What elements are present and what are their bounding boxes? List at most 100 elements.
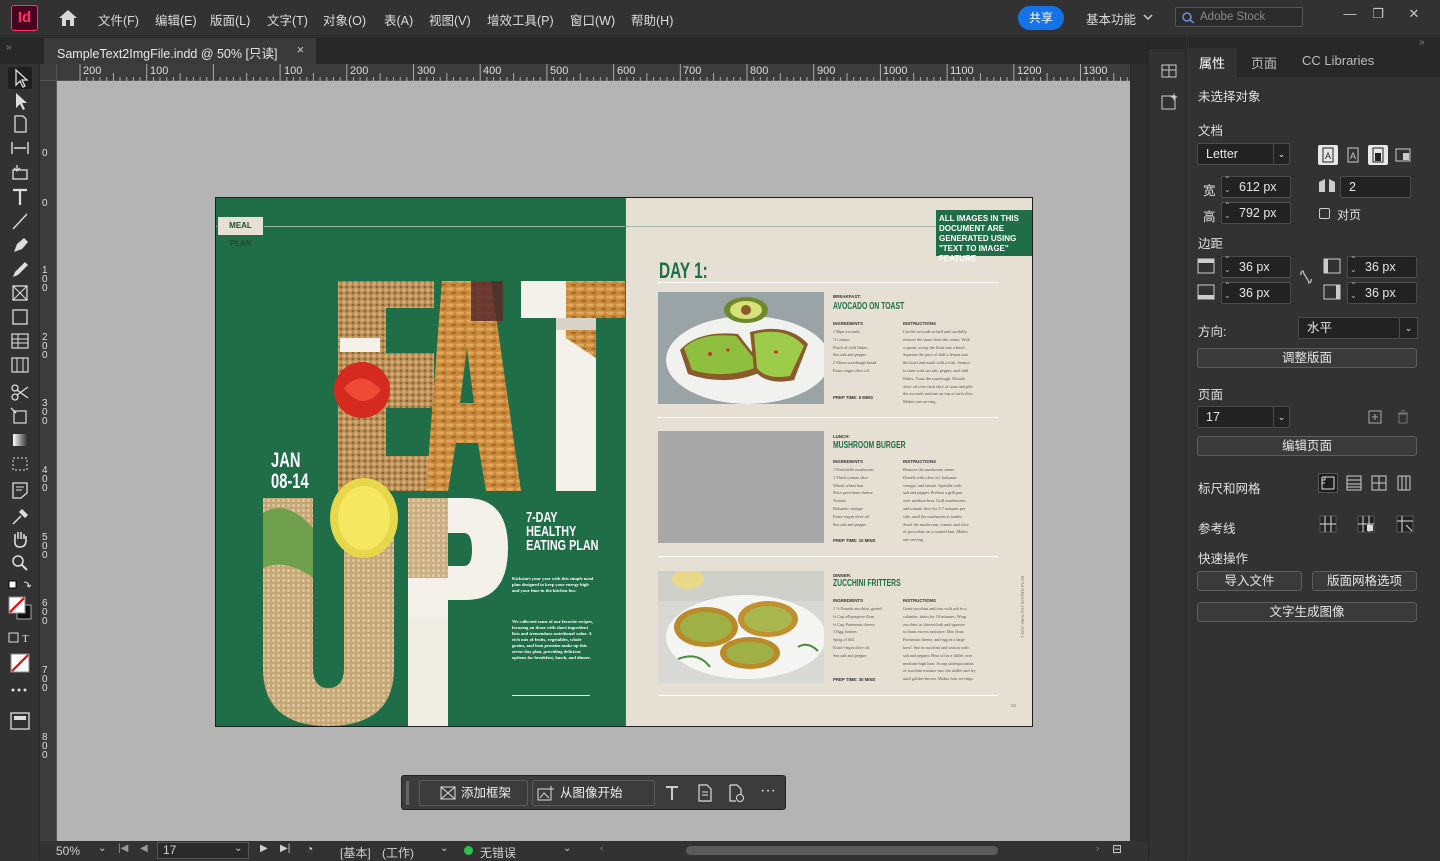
stepper-icon[interactable]: ⌃ ⌄ (1224, 201, 1231, 221)
more-options-icon[interactable]: ··· (760, 782, 776, 800)
text-frame-icon[interactable] (664, 784, 680, 802)
gradient-feather-tool-icon[interactable] (8, 453, 32, 475)
ruler-toggle-icon[interactable] (1318, 473, 1338, 493)
fill-stroke-swatch-icon[interactable] (8, 596, 32, 620)
zoom-tool-icon[interactable] (8, 552, 32, 574)
menu-file[interactable]: 文件(F) (98, 10, 139, 29)
scissors-tool-icon[interactable] (8, 381, 32, 403)
link-margins-icon[interactable] (1299, 269, 1313, 285)
share-button[interactable]: 共享 (1018, 6, 1064, 30)
document-grid-icon[interactable] (1370, 474, 1390, 494)
margin-bottom-field[interactable]: ⌃ ⌄ 36 px (1221, 281, 1291, 304)
adobe-stock-search[interactable]: Adobe Stock (1175, 7, 1303, 27)
zoom-level[interactable]: 50% (56, 844, 80, 858)
rectangle-frame-tool-icon[interactable] (8, 282, 32, 304)
scroll-left-icon[interactable]: ‹ (600, 843, 603, 854)
zucchini-fritters-image[interactable] (658, 571, 824, 683)
style-indicator[interactable]: [基本] (340, 844, 371, 861)
import-file-button[interactable]: 导入文件 (1197, 571, 1302, 591)
stepper-icon[interactable]: ⌃ ⌄ (1224, 255, 1231, 275)
chevron-down-icon[interactable]: ⌄ (98, 843, 106, 854)
guides-show-icon[interactable] (1318, 514, 1338, 534)
selection-tool-icon[interactable] (8, 67, 32, 89)
add-page-icon[interactable] (1368, 410, 1382, 424)
start-from-image-button[interactable]: 从图像开始 (532, 780, 655, 806)
horizontal-scrollbar-thumb[interactable] (686, 846, 998, 855)
collapse-panel-icon[interactable]: » (1419, 37, 1425, 48)
guides-lock-icon[interactable] (1356, 514, 1376, 534)
pencil-tool-icon[interactable] (8, 258, 32, 280)
menu-plugins[interactable]: 增效工具(P) (487, 10, 554, 29)
table-tool-icon[interactable] (8, 330, 32, 352)
gradient-tool-icon[interactable] (8, 429, 32, 451)
pen-tool-icon[interactable] (8, 234, 32, 256)
facing-pages-icon[interactable] (1393, 145, 1413, 165)
single-page-icon[interactable] (1368, 145, 1388, 165)
edit-page-button[interactable]: 编辑页面 (1197, 436, 1417, 456)
page-orientation-icon[interactable]: A (1318, 145, 1338, 165)
pages-count-field[interactable]: 2 (1340, 176, 1411, 198)
tab-cc-libraries[interactable]: CC Libraries (1302, 53, 1374, 68)
stepper-icon[interactable]: ⌃ ⌄ (1350, 255, 1357, 275)
page-tool-icon[interactable] (8, 113, 32, 135)
adjust-layout-button[interactable]: 调整版面 (1197, 348, 1417, 368)
left-page[interactable]: MEAL PLAN JAN 08-14 7-DAY HEALTHY EATING… (216, 198, 625, 726)
menu-window[interactable]: 窗口(W) (570, 10, 615, 29)
mushroom-burger-image-placeholder[interactable] (658, 431, 824, 543)
tab-pages[interactable]: 页面 (1251, 53, 1277, 72)
screen-mode-icon[interactable] (8, 710, 32, 732)
chevron-down-icon[interactable] (1143, 14, 1153, 21)
vertical-scrollbar[interactable] (1130, 64, 1148, 841)
drag-handle[interactable] (406, 781, 409, 805)
place-document-icon[interactable] (728, 784, 746, 802)
rectangle-tool-icon[interactable] (8, 306, 32, 328)
home-icon[interactable] (58, 9, 78, 27)
stepper-icon[interactable]: ⌃ ⌄ (1224, 281, 1231, 301)
menu-object[interactable]: 对象(O) (323, 10, 366, 29)
free-transform-tool-icon[interactable] (8, 405, 32, 427)
grid-tool-icon[interactable] (8, 354, 32, 376)
menu-help[interactable]: 帮助(H) (631, 10, 673, 29)
add-frame-button[interactable]: 添加框架 (419, 780, 528, 806)
orientation-select[interactable]: 水平 ⌄ (1298, 317, 1418, 339)
scroll-right-icon[interactable]: › (1096, 843, 1099, 854)
direct-selection-tool-icon[interactable] (8, 90, 32, 112)
formatting-container-icon[interactable]: T (8, 630, 32, 652)
last-page-icon[interactable]: ▶| (280, 843, 290, 854)
current-page-select[interactable]: 17 ⌄ (1197, 406, 1290, 428)
close-tab-icon[interactable]: × (297, 43, 304, 57)
tab-properties[interactable]: 属性 (1199, 53, 1225, 72)
work-mode[interactable]: (工作) (382, 844, 414, 861)
document-tab[interactable]: SampleText2ImgFile.indd @ 50% [只读] × (44, 38, 316, 64)
view-mode-icon[interactable] (8, 682, 32, 704)
split-view-icon[interactable]: ⊟ (1112, 842, 1122, 856)
menu-table[interactable]: 表(A) (384, 10, 413, 29)
chevron-down-icon[interactable]: ⌄ (234, 843, 242, 854)
stepper-icon[interactable]: ⌃ ⌄ (1350, 281, 1357, 301)
previous-page-icon[interactable]: ◀ (140, 843, 148, 854)
chevron-down-icon[interactable]: ⌄ (563, 843, 571, 854)
gap-tool-icon[interactable] (8, 137, 32, 159)
delete-page-icon[interactable] (1396, 410, 1410, 424)
landscape-orientation-icon[interactable]: A (1343, 145, 1363, 165)
width-field[interactable]: ⌃ ⌄ 612 px (1221, 175, 1291, 198)
pages-panel-icon[interactable] (1161, 64, 1177, 78)
menu-view[interactable]: 视图(V) (429, 10, 471, 29)
collapse-icon[interactable]: » (6, 42, 12, 53)
chevron-down-icon[interactable]: ⌄ (440, 843, 448, 854)
ruler-origin[interactable] (40, 64, 57, 81)
document-spread[interactable]: MEAL PLAN JAN 08-14 7-DAY HEALTHY EATING… (215, 197, 1033, 727)
rotate-icon[interactable]: ◔ (306, 842, 313, 856)
text-to-image-button[interactable]: 文字生成图像 (1197, 602, 1417, 622)
preflight-status[interactable]: 无错误 (480, 844, 516, 861)
margin-left-field[interactable]: ⌃ ⌄ 36 px (1347, 255, 1417, 278)
baseline-grid-icon[interactable] (1345, 474, 1365, 494)
first-page-icon[interactable]: |◀ (118, 843, 128, 854)
layout-grid-options-button[interactable]: 版面网格选项 (1312, 571, 1417, 591)
type-tool-icon[interactable] (8, 186, 32, 208)
right-page[interactable]: ALL IMAGES IN THIS DOCUMENT ARE GENERATE… (625, 198, 1032, 726)
avocado-toast-image[interactable] (658, 292, 824, 404)
next-page-icon[interactable]: ▶ (260, 843, 268, 854)
apply-none-icon[interactable] (8, 652, 32, 674)
document-icon[interactable] (697, 784, 713, 802)
